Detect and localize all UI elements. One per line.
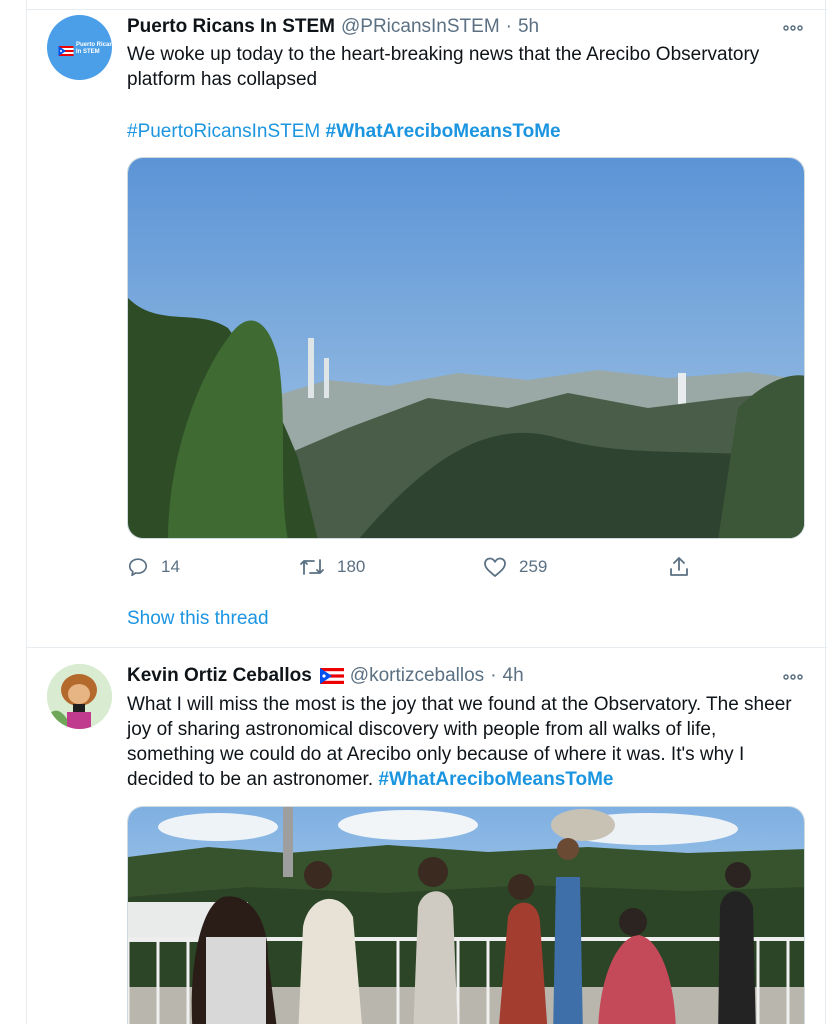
tweet-text: We woke up today to the heart-breaking n…: [127, 44, 760, 90]
more-icon[interactable]: [781, 665, 805, 689]
puerto-rico-flag-icon: [58, 46, 74, 56]
share-icon: [670, 557, 688, 576]
author-name[interactable]: Puerto Ricans In STEM: [127, 16, 335, 38]
hashtag-link[interactable]: #PuertoRicansInSTEM: [127, 121, 320, 142]
like-icon: [484, 557, 506, 577]
retweet-count: 180: [337, 557, 366, 576]
retweet-button[interactable]: 180: [299, 554, 365, 580]
tweet-header: Kevin Ortiz Ceballos @kortizceballos · 4…: [127, 662, 524, 690]
tweet-photo[interactable]: [127, 157, 805, 539]
tweet[interactable]: Puerto Ricans In STEM Puerto Ricans In S…: [27, 10, 827, 648]
timestamp[interactable]: 5h: [518, 16, 539, 38]
separator: ·: [505, 16, 512, 37]
share-button[interactable]: [667, 554, 703, 580]
show-thread-link[interactable]: Show this thread: [127, 608, 269, 630]
puerto-rico-flag-icon: [319, 668, 344, 684]
like-count: 259: [519, 557, 548, 576]
timestamp[interactable]: 4h: [503, 665, 524, 687]
more-icon[interactable]: [781, 16, 805, 40]
hashtag-link[interactable]: #WhatAreciboMeansToMe: [326, 121, 561, 142]
group-photo: [128, 807, 804, 1024]
avatar[interactable]: [47, 664, 112, 729]
timeline: Puerto Ricans In STEM Puerto Ricans In S…: [26, 0, 827, 1024]
like-button[interactable]: 259: [483, 554, 547, 580]
tweet-photo[interactable]: [127, 806, 805, 1024]
hashtag-link[interactable]: #WhatAreciboMeansToMe: [378, 769, 613, 790]
avatar-photo: [47, 664, 112, 729]
author-handle[interactable]: @PRicansInSTEM: [341, 16, 500, 38]
author-name[interactable]: Kevin Ortiz Ceballos: [127, 665, 312, 687]
hashtags: #PuertoRicansInSTEM #WhatAreciboMeansToM…: [127, 119, 561, 144]
tweet-header: Puerto Ricans In STEM @PRicansInSTEM · 5…: [127, 13, 539, 41]
author-handle[interactable]: @kortizceballos: [350, 665, 484, 687]
tweet[interactable]: Kevin Ortiz Ceballos @kortizceballos · 4…: [27, 649, 827, 1024]
landscape-photo: [128, 158, 804, 538]
separator: ·: [490, 665, 497, 686]
avatar-logo-text: Puerto Ricans In STEM: [76, 42, 112, 55]
tweet-actions: 14 180 259: [127, 554, 707, 580]
retweet-icon: [300, 559, 324, 575]
reply-button[interactable]: 14: [127, 554, 180, 580]
tweet-text: What I will miss the most is the joy tha…: [127, 692, 807, 792]
reply-icon: [128, 558, 148, 577]
reply-count: 14: [161, 557, 180, 576]
avatar[interactable]: Puerto Ricans In STEM: [47, 15, 112, 80]
